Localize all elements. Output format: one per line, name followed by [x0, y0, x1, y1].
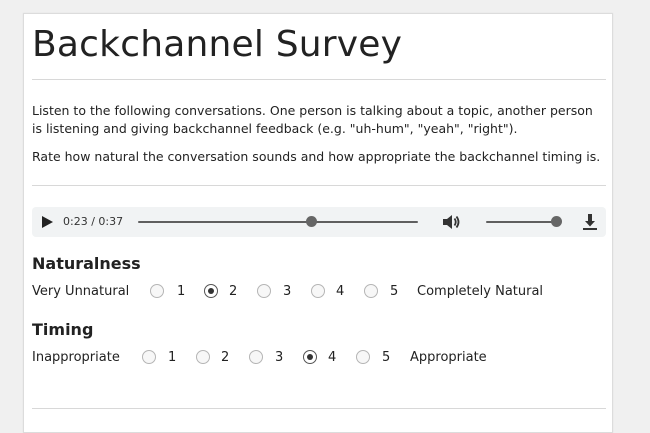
naturalness-option-2: 2 [229, 284, 238, 299]
timing-option-1: 1 [168, 350, 177, 365]
timing-option-2: 2 [221, 350, 230, 365]
naturalness-radio-1[interactable] [150, 284, 164, 298]
naturalness-high-label: Completely Natural [417, 284, 544, 299]
timing-radio-3[interactable] [249, 350, 263, 364]
naturalness-low-label: Very Unnatural [32, 284, 130, 299]
timing-radio-2[interactable] [196, 350, 210, 364]
timing-high-label: Appropriate [410, 350, 487, 365]
naturalness-radio-4[interactable] [311, 284, 325, 298]
naturalness-option-4: 4 [336, 284, 345, 299]
volume-slider[interactable] [486, 221, 556, 223]
timing-heading: Timing [32, 320, 94, 339]
instructions-paragraph-1: Listen to the following conversations. O… [32, 103, 593, 136]
timing-radio-5[interactable] [356, 350, 370, 364]
naturalness-radio-3[interactable] [257, 284, 271, 298]
timing-option-3: 3 [275, 350, 284, 365]
timing-low-label: Inappropriate [32, 350, 120, 365]
timing-option-4: 4 [328, 350, 337, 365]
bottom-divider [32, 408, 606, 409]
timing-scale: Inappropriate 1 2 3 4 5 Appropriate [32, 348, 606, 368]
survey-card: Backchannel Survey Listen to the followi… [23, 13, 613, 433]
naturalness-option-1: 1 [177, 284, 186, 299]
play-icon[interactable] [42, 216, 53, 228]
naturalness-radio-5[interactable] [364, 284, 378, 298]
page-title: Backchannel Survey [32, 24, 403, 65]
audio-player: 0:23 / 0:37 [32, 207, 606, 237]
seek-bar[interactable] [138, 221, 418, 223]
seek-handle[interactable] [306, 216, 318, 227]
naturalness-radio-2[interactable] [204, 284, 218, 298]
timing-radio-4[interactable] [303, 350, 317, 364]
instructions-paragraph-2: Rate how natural the conversation sounds… [32, 149, 601, 164]
instructions-divider [32, 185, 606, 186]
timing-option-5: 5 [382, 350, 391, 365]
volume-icon[interactable] [441, 212, 461, 232]
title-divider [32, 79, 606, 80]
naturalness-scale: Very Unnatural 1 2 3 4 5 Completely Natu… [32, 282, 606, 302]
naturalness-option-3: 3 [283, 284, 292, 299]
timing-radio-1[interactable] [142, 350, 156, 364]
volume-handle[interactable] [550, 216, 562, 227]
naturalness-heading: Naturalness [32, 254, 141, 273]
time-display: 0:23 / 0:37 [63, 215, 124, 228]
download-icon[interactable] [581, 212, 599, 232]
naturalness-option-5: 5 [390, 284, 399, 299]
